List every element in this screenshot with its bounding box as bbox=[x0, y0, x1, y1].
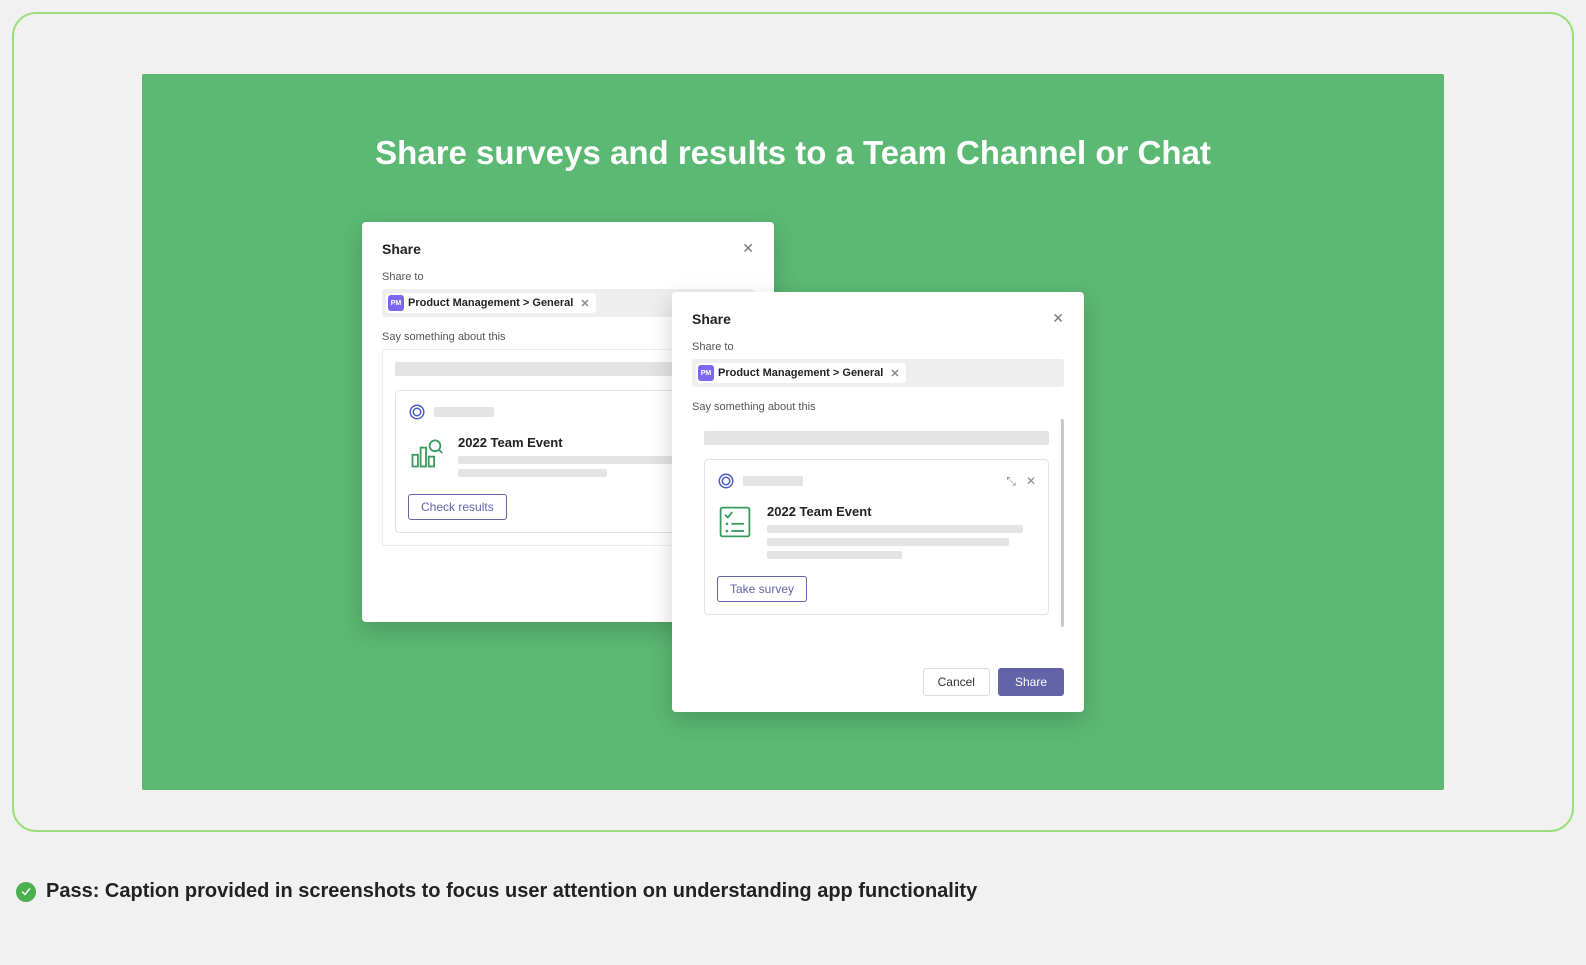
check-results-button[interactable]: Check results bbox=[408, 494, 507, 520]
pass-check-icon bbox=[16, 882, 36, 902]
share-to-label: Share to bbox=[382, 271, 754, 283]
message-area[interactable]: ⤡ ✕ bbox=[692, 419, 1064, 627]
share-to-label: Share to bbox=[692, 341, 1064, 353]
screenshot-headline: Share surveys and results to a Team Chan… bbox=[182, 134, 1404, 172]
channel-avatar-icon: PM bbox=[698, 365, 714, 381]
screenshot-panel: Share surveys and results to a Team Chan… bbox=[142, 74, 1444, 790]
share-dialog-front: Share ✕ Share to PM Product Management >… bbox=[672, 292, 1084, 712]
chip-remove-icon[interactable]: ✕ bbox=[890, 367, 899, 380]
example-frame: Share surveys and results to a Team Chan… bbox=[12, 12, 1574, 832]
share-button[interactable]: Share bbox=[998, 668, 1064, 696]
app-name-placeholder bbox=[434, 407, 494, 417]
app-logo-icon bbox=[717, 472, 735, 490]
close-icon[interactable]: ✕ bbox=[742, 240, 754, 257]
take-survey-button[interactable]: Take survey bbox=[717, 576, 807, 602]
channel-chip-label: Product Management > General bbox=[408, 297, 573, 309]
collapse-icon[interactable]: ⤡ bbox=[1006, 474, 1016, 489]
share-to-input[interactable]: PM Product Management > General ✕ bbox=[692, 359, 1064, 387]
app-logo-icon bbox=[408, 403, 426, 421]
survey-card: ⤡ ✕ bbox=[704, 459, 1049, 615]
card-close-icon[interactable]: ✕ bbox=[1026, 474, 1036, 488]
caption-text: Pass: Caption provided in screenshots to… bbox=[46, 880, 977, 903]
survey-list-icon bbox=[717, 504, 753, 540]
validation-caption: Pass: Caption provided in screenshots to… bbox=[12, 880, 1574, 903]
results-chart-icon bbox=[408, 435, 444, 471]
dialog-title: Share bbox=[692, 311, 731, 327]
card-title: 2022 Team Event bbox=[767, 504, 1036, 519]
channel-chip-label: Product Management > General bbox=[718, 367, 883, 379]
dialog-title: Share bbox=[382, 241, 421, 257]
say-something-label: Say something about this bbox=[692, 401, 1064, 413]
message-placeholder bbox=[704, 431, 1049, 445]
channel-chip[interactable]: PM Product Management > General ✕ bbox=[696, 363, 906, 383]
close-icon[interactable]: ✕ bbox=[1052, 310, 1064, 327]
chip-remove-icon[interactable]: ✕ bbox=[580, 297, 589, 310]
channel-avatar-icon: PM bbox=[388, 295, 404, 311]
cancel-button[interactable]: Cancel bbox=[923, 668, 990, 696]
dialogs-container: Share ✕ Share to PM Product Management >… bbox=[182, 222, 1404, 742]
app-name-placeholder bbox=[743, 476, 803, 486]
channel-chip[interactable]: PM Product Management > General ✕ bbox=[386, 293, 596, 313]
